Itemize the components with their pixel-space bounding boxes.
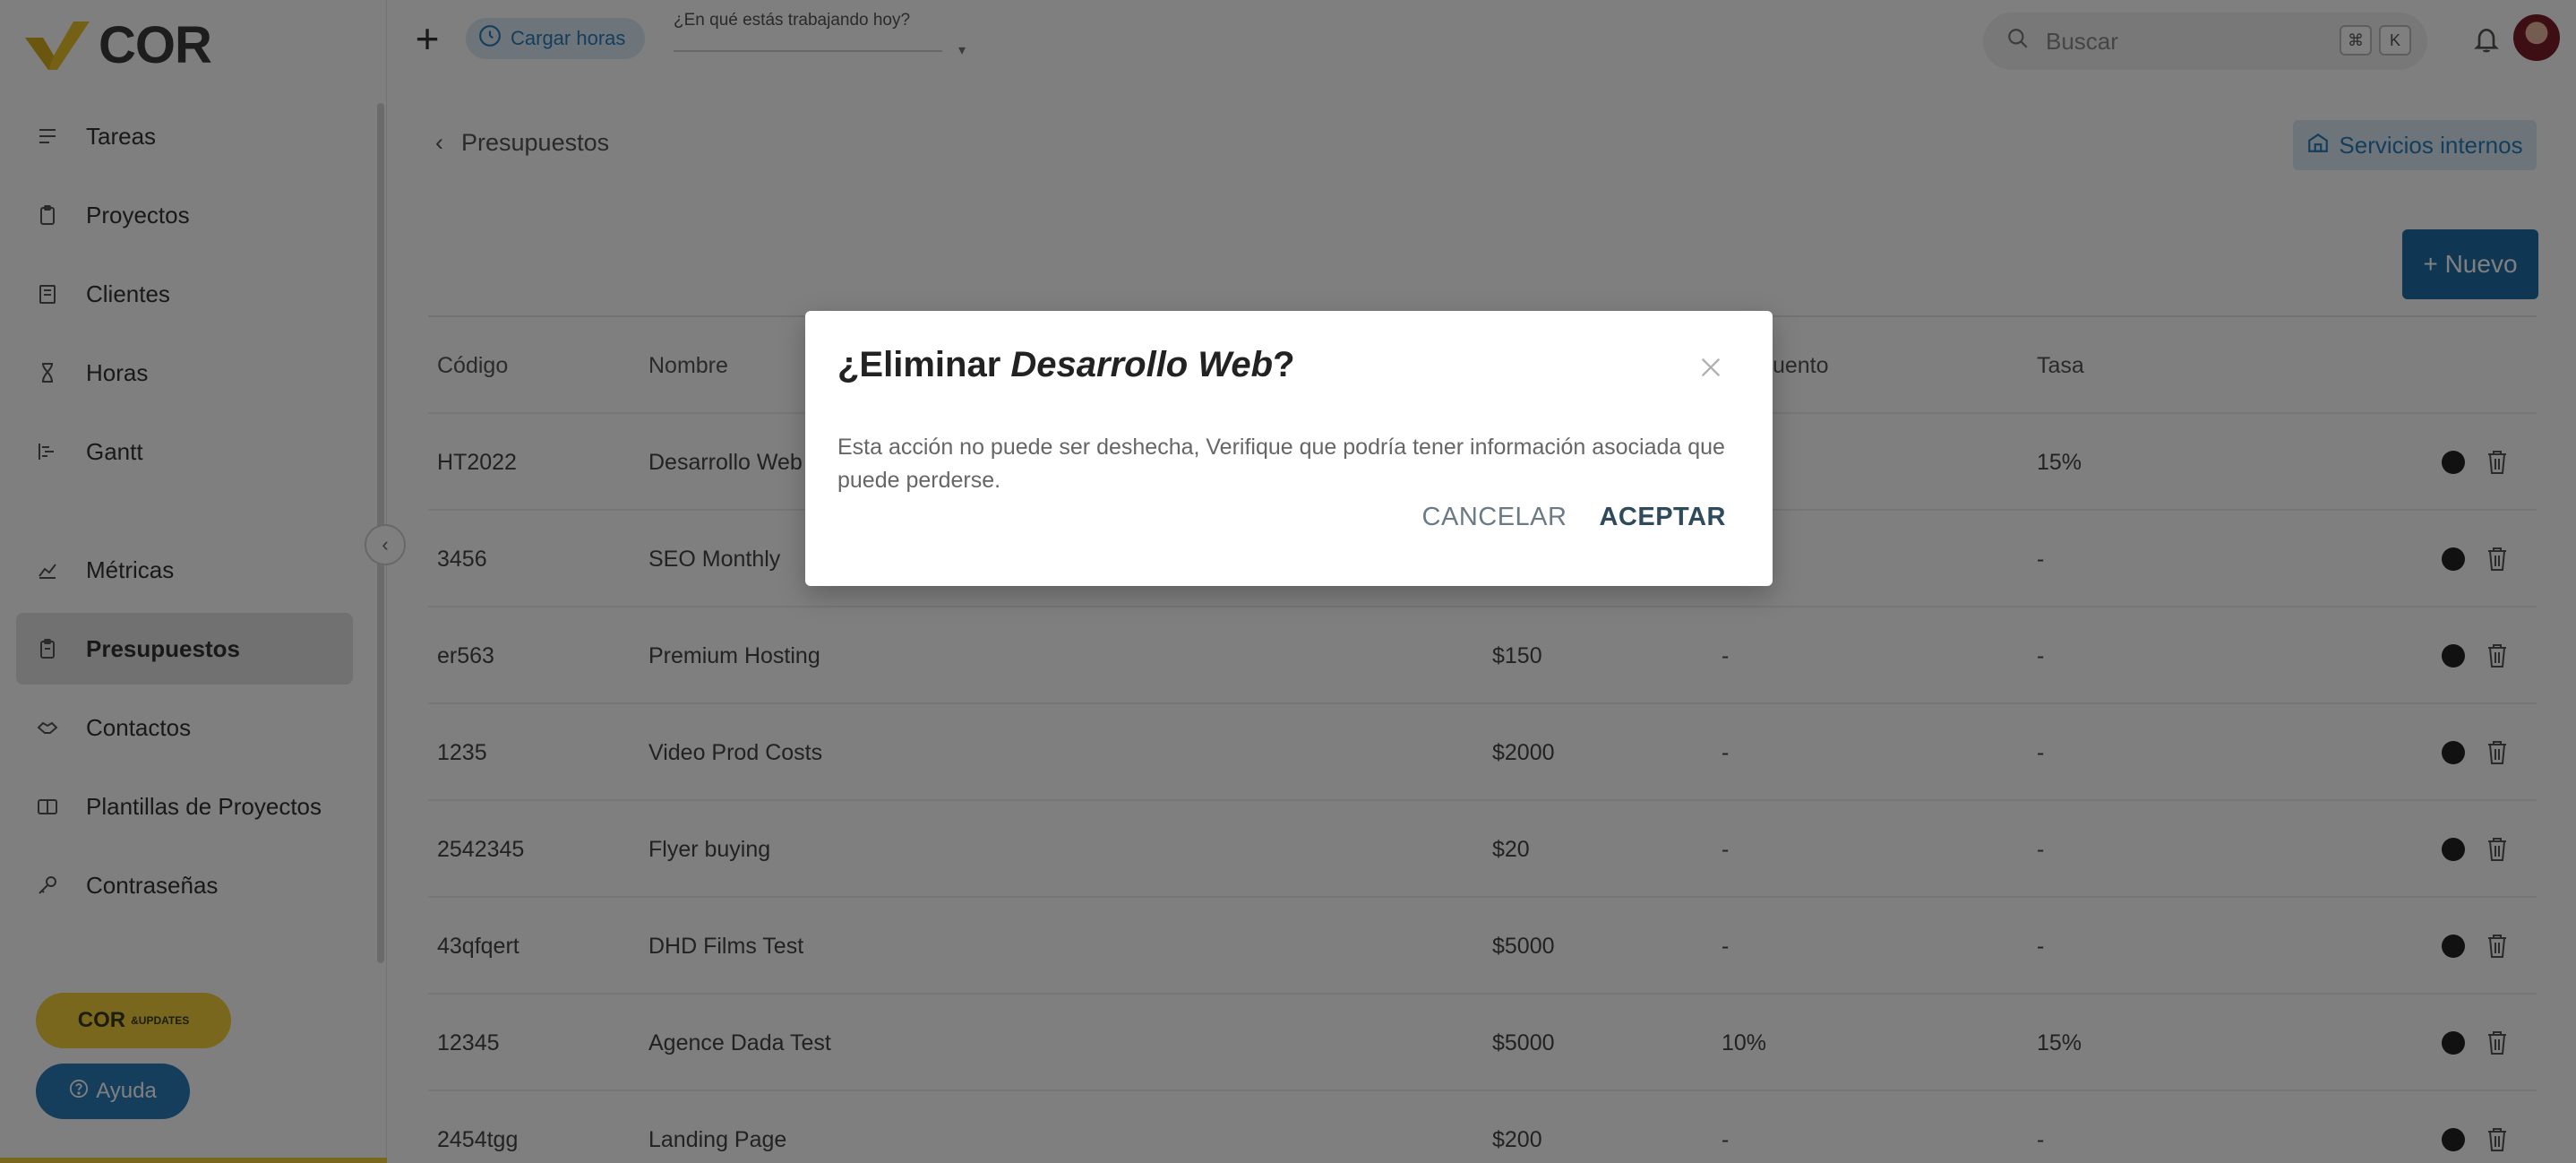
dialog-message: Esta acción no puede ser deshecha, Verif… [837,435,1725,493]
dialog-actions: CANCELAR ACEPTAR [1422,503,1726,532]
accept-button[interactable]: ACEPTAR [1599,503,1726,532]
dialog-title-suffix: ? [1273,345,1295,384]
close-icon[interactable] [1696,352,1726,383]
cancel-button[interactable]: CANCELAR [1422,503,1567,532]
dialog-title: ¿Eliminar Desarrollo Web? [837,345,1295,385]
delete-confirm-dialog: ¿Eliminar Desarrollo Web? Esta acción no… [805,311,1773,586]
dialog-title-item: Desarrollo Web [1010,345,1274,384]
dialog-title-prefix: ¿Eliminar [837,345,1011,384]
